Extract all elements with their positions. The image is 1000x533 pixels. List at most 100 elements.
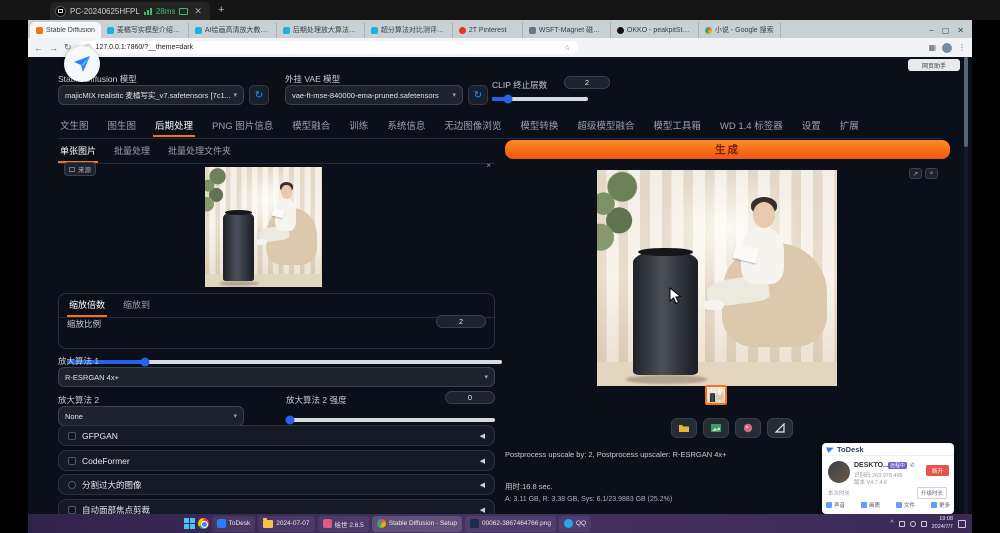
- accordion-gfpgan[interactable]: GFPGAN ◀: [58, 425, 495, 446]
- browser-extension-popup[interactable]: 网页助手: [908, 59, 960, 71]
- gallery-close-button[interactable]: ×: [925, 168, 938, 179]
- checkbox-icon[interactable]: [68, 506, 76, 514]
- hidden-icons-chevron[interactable]: ^: [890, 520, 893, 527]
- vae-refresh-button[interactable]: ↻: [468, 85, 488, 105]
- action-quality[interactable]: 画质: [861, 501, 880, 509]
- generate-button[interactable]: 生成: [505, 140, 950, 159]
- resize-panel: 缩放倍数 缩放到 缩放比例 2: [58, 293, 495, 349]
- tab-infinite-browser[interactable]: 无边图像浏览: [442, 115, 503, 137]
- forward-icon[interactable]: →: [49, 43, 58, 53]
- taskbar-item-todesk[interactable]: ToDesk: [212, 516, 256, 532]
- todesk-floating-logo[interactable]: [64, 46, 100, 82]
- tab-txt2img[interactable]: 文生图: [58, 115, 91, 137]
- bilibili-favicon: [195, 27, 202, 34]
- source-image-dropzone[interactable]: 来源 ×: [58, 160, 495, 290]
- checkbox-icon[interactable]: [68, 432, 76, 440]
- checkbox-icon[interactable]: [68, 481, 76, 489]
- upscaler2-strength-slider[interactable]: [286, 418, 495, 422]
- resize-slider[interactable]: [67, 360, 502, 364]
- disconnect-button[interactable]: 断开: [926, 465, 949, 476]
- tab-scale-by[interactable]: 缩放倍数: [67, 294, 107, 317]
- start-button[interactable]: [184, 518, 195, 529]
- new-session-button[interactable]: +: [218, 4, 224, 16]
- accordion-split-oversized[interactable]: 分割过大的图像 ◀: [58, 474, 495, 495]
- taskbar-item-folder[interactable]: 2024-07-07: [258, 516, 314, 532]
- sd-model-refresh-button[interactable]: ↻: [249, 85, 269, 105]
- minimize-icon[interactable]: −: [929, 26, 934, 35]
- upscaler2-strength-value[interactable]: 0: [445, 391, 495, 404]
- slider-thumb[interactable]: [504, 95, 513, 104]
- clear-image-icon[interactable]: ×: [486, 161, 491, 170]
- volume-icon[interactable]: [910, 521, 916, 527]
- browser-tab[interactable]: AI绘画高清放大教程_哔哩哔哩_bilibili: [189, 22, 277, 38]
- browser-tab[interactable]: 超分算法对比测评_哔哩哔哩_bilibili: [365, 22, 453, 38]
- open-folder-button[interactable]: [671, 418, 697, 438]
- tab-settings[interactable]: 设置: [800, 115, 823, 137]
- accordion-codeformer[interactable]: CodeFormer ◀: [58, 450, 495, 471]
- tab-train[interactable]: 训练: [347, 115, 370, 137]
- extensions-icon[interactable]: ▦: [928, 43, 936, 52]
- action-sound[interactable]: 声音: [826, 501, 845, 509]
- vae-dropdown[interactable]: vae-ft-mse-840000-ema-pruned.safetensors…: [285, 85, 463, 105]
- tab-model-toolkit[interactable]: 模型工具箱: [651, 115, 703, 137]
- taskbar-item-launcher[interactable]: 绘世 2.6.5: [318, 516, 369, 532]
- browser-tab[interactable]: 2T Pinterest: [453, 22, 523, 38]
- send-to-extras-button[interactable]: [735, 418, 761, 438]
- taskbar-item-qq[interactable]: QQ: [559, 516, 591, 532]
- maximize-icon[interactable]: ▢: [942, 26, 950, 35]
- clip-skip-slider[interactable]: [492, 97, 588, 101]
- network-icon[interactable]: [899, 521, 905, 527]
- sd-model-dropdown[interactable]: majicMIX realistic 麦橘写实_v7.safetensors […: [58, 85, 244, 105]
- browser-tab[interactable]: WSFT-Magnet 磁力链: [523, 22, 611, 38]
- tab-scale-to[interactable]: 缩放到: [121, 294, 152, 317]
- taskbar-clock[interactable]: 19:08 2024/7/7: [932, 516, 953, 530]
- slider-thumb[interactable]: [286, 416, 295, 425]
- profile-avatar[interactable]: [942, 43, 952, 53]
- address-bar[interactable]: ⓘ 127.0.0.1:7860/?__theme=dark ☆: [78, 41, 578, 54]
- slider-thumb[interactable]: [141, 358, 150, 367]
- page-scrollbar-thumb[interactable]: [964, 57, 968, 147]
- upscaler1-dropdown[interactable]: R-ESRGAN 4x+ ▾: [58, 367, 495, 387]
- clip-skip-value[interactable]: 2: [564, 76, 610, 89]
- tab-wd14-tagger[interactable]: WD 1.4 标签器: [718, 115, 785, 137]
- checkbox-icon[interactable]: [68, 457, 76, 465]
- tab-checkpoint-merger[interactable]: 模型融合: [290, 115, 332, 137]
- taskbar-item-stable-diffusion[interactable]: Stable Diffusion - Setup: [372, 516, 462, 532]
- save-image-button[interactable]: [703, 418, 729, 438]
- tab-system-info[interactable]: 系统信息: [385, 115, 427, 137]
- action-more[interactable]: 更多: [931, 501, 950, 509]
- language-icon[interactable]: [921, 521, 927, 527]
- accordion-auto-focal-crop[interactable]: 自动面部焦点剪裁 ◀: [58, 499, 495, 514]
- browser-tab-stable-diffusion[interactable]: Stable Diffusion: [30, 22, 101, 38]
- tab-extensions[interactable]: 扩展: [838, 115, 861, 137]
- chrome-taskbar-icon[interactable]: [198, 518, 209, 529]
- upscaler2-dropdown[interactable]: None ▾: [58, 406, 244, 426]
- result-photo[interactable]: [597, 170, 837, 386]
- upgrade-duration-button[interactable]: 升级时长: [917, 487, 947, 499]
- todesk-quick-actions: 声音 画质 文件 更多: [826, 501, 950, 509]
- close-icon[interactable]: ✕: [957, 26, 964, 35]
- tab-extras[interactable]: 后期处理: [153, 115, 195, 137]
- back-icon[interactable]: ←: [34, 43, 43, 53]
- browser-tab[interactable]: 小说 - Google 搜索: [699, 22, 781, 38]
- browser-tab[interactable]: OKKO - peakpitStudio: [611, 22, 699, 38]
- tab-super-merger[interactable]: 超级模型融合: [575, 115, 636, 137]
- menu-dots-icon[interactable]: ⋮: [958, 43, 966, 52]
- resize-value[interactable]: 2: [436, 315, 486, 328]
- send-to-img2img-button[interactable]: [767, 418, 793, 438]
- tab-png-info[interactable]: PNG 图片信息: [210, 115, 275, 137]
- action-files[interactable]: 文件: [896, 501, 915, 509]
- bookmark-star-icon[interactable]: ☆: [564, 44, 570, 52]
- browser-tab[interactable]: 麦橘写实模型介绍_哔哩哔哩_bilibili: [101, 22, 189, 38]
- tab-model-convert[interactable]: 模型转换: [518, 115, 560, 137]
- bilibili-favicon: [283, 27, 290, 34]
- gallery-thumbnail[interactable]: [705, 385, 727, 405]
- browser-tab[interactable]: 后期处理放大算法_哔哩哔哩_bilibili: [277, 22, 365, 38]
- tab-img2img[interactable]: 图生图: [106, 115, 139, 137]
- session-close-icon[interactable]: ✕: [194, 6, 202, 17]
- todesk-session-tab[interactable]: PC-20240625HFPL 28ms ✕: [50, 2, 210, 20]
- notification-icon[interactable]: [958, 520, 966, 528]
- taskbar-item-png-file[interactable]: 00062-3867464766.png: [465, 516, 556, 532]
- phone-icon[interactable]: ✆: [910, 462, 915, 469]
- gallery-expand-button[interactable]: ↗: [909, 168, 922, 179]
